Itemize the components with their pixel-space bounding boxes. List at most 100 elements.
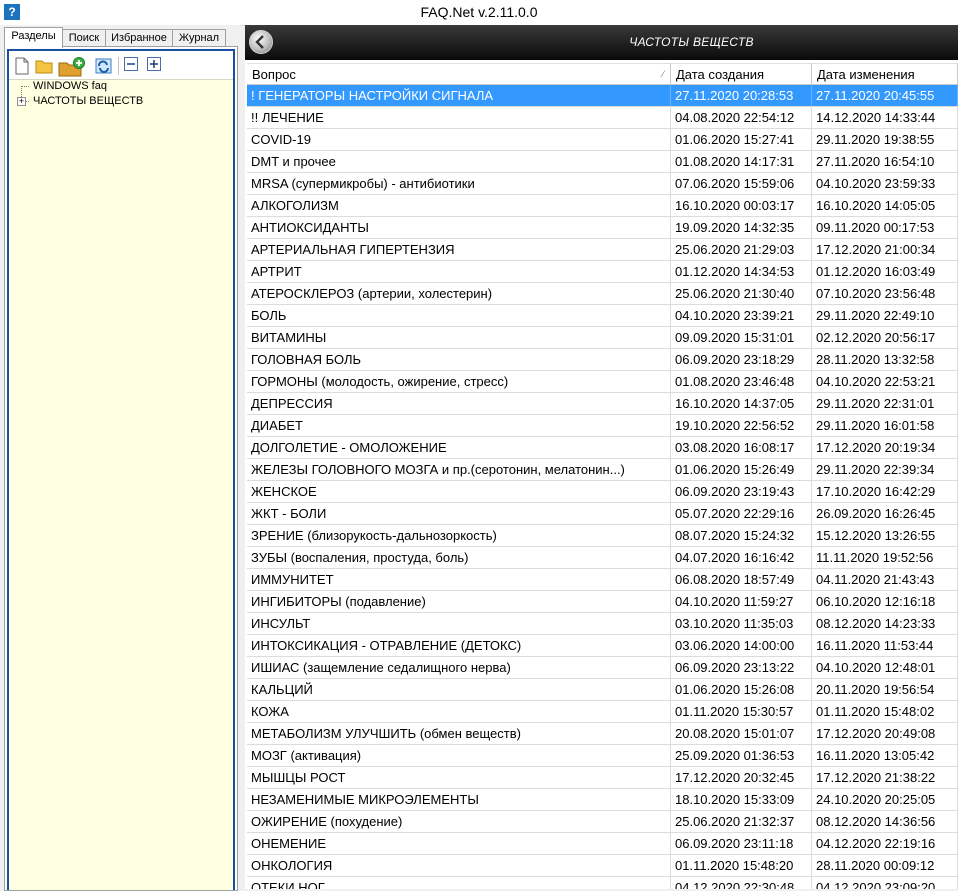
table-row[interactable]: COVID-19 01.06.2020 15:27:41 29.11.2020 19… <box>247 129 958 151</box>
table-row[interactable]: ОНЕМЕНИЕ 06.09.2020 23:11:18 04.12.2020 22… <box>247 833 958 855</box>
cell-modified: 07.10.2020 23:56:48 <box>812 283 958 304</box>
column-header-created[interactable]: Дата создания <box>671 63 812 84</box>
cell-question: ИНГИБИТОРЫ (подавление) <box>247 591 671 612</box>
cell-modified: 04.10.2020 22:53:21 <box>812 371 958 392</box>
cell-question: ВИТАМИНЫ <box>247 327 671 348</box>
column-header-question[interactable]: Вопрос ⁄ <box>247 63 671 84</box>
sections-tree[interactable]: WINDOWS faq + ЧАСТОТЫ ВЕЩЕСТВ <box>9 79 233 890</box>
table-row[interactable]: МЕТАБОЛИЗМ УЛУЧШИТЬ (обмен веществ) 20.08… <box>247 723 958 745</box>
cell-question: ЖЕНСКОЕ <box>247 481 671 502</box>
cell-created: 04.12.2020 22:30:48 <box>671 877 812 889</box>
cell-modified: 04.10.2020 23:59:33 <box>812 173 958 194</box>
table-row[interactable]: ЗУБЫ (воспаления, простуда, боль) 04.07.2… <box>247 547 958 569</box>
cell-created: 27.11.2020 20:28:53 <box>671 85 812 106</box>
table-row[interactable]: ! ГЕНЕРАТОРЫ НАСТРОЙКИ СИГНАЛА 27.11.2020… <box>247 85 958 107</box>
table-row[interactable]: ИНТОКСИКАЦИЯ - ОТРАВЛЕНИЕ (ДЕТОКС) 03.06.… <box>247 635 958 657</box>
cell-question: КАЛЬЦИЙ <box>247 679 671 700</box>
table-row[interactable]: ИНГИБИТОРЫ (подавление) 04.10.2020 11:59:… <box>247 591 958 613</box>
tree-item-windows-faq[interactable]: WINDOWS faq <box>33 78 107 94</box>
table-row[interactable]: !! ЛЕЧЕНИЕ 04.08.2020 22:54:12 14.12.2020 … <box>247 107 958 129</box>
table-row[interactable]: БОЛЬ 04.10.2020 23:39:21 29.11.2020 22:49:… <box>247 305 958 327</box>
cell-question: ИНТОКСИКАЦИЯ - ОТРАВЛЕНИЕ (ДЕТОКС) <box>247 635 671 656</box>
cell-created: 17.12.2020 20:32:45 <box>671 767 812 788</box>
cell-created: 06.08.2020 18:57:49 <box>671 569 812 590</box>
table-row[interactable]: ЖЕЛЕЗЫ ГОЛОВНОГО МОЗГА и пр.(серотонин, … <box>247 459 958 481</box>
table-body: ! ГЕНЕРАТОРЫ НАСТРОЙКИ СИГНАЛА 27.11.2020… <box>247 85 958 889</box>
table-row[interactable]: ГОРМОНЫ (молодость, ожирение, стресс) 01.… <box>247 371 958 393</box>
cell-modified: 16.10.2020 14:05:05 <box>812 195 958 216</box>
table-row[interactable]: АНТИОКСИДАНТЫ 19.09.2020 14:32:35 09.11.20… <box>247 217 958 239</box>
cell-modified: 24.10.2020 20:25:05 <box>812 789 958 810</box>
table-row[interactable]: КАЛЬЦИЙ 01.06.2020 15:26:08 20.11.2020 19:… <box>247 679 958 701</box>
cell-created: 04.10.2020 23:39:21 <box>671 305 812 326</box>
tab-favorites[interactable]: Избранное <box>105 29 173 47</box>
cell-created: 16.10.2020 00:03:17 <box>671 195 812 216</box>
new-document-icon[interactable] <box>14 57 32 75</box>
tree-expander-plus-icon[interactable]: + <box>17 97 26 106</box>
cell-modified: 29.11.2020 16:01:58 <box>812 415 958 436</box>
cell-created: 01.06.2020 15:26:49 <box>671 459 812 480</box>
cell-modified: 16.11.2020 11:53:44 <box>812 635 958 656</box>
cell-created: 01.06.2020 15:27:41 <box>671 129 812 150</box>
cell-question: МЕТАБОЛИЗМ УЛУЧШИТЬ (обмен веществ) <box>247 723 671 744</box>
table-row[interactable]: ЖКТ - БОЛИ 05.07.2020 22:29:16 26.09.2020 … <box>247 503 958 525</box>
cell-modified: 11.11.2020 19:52:56 <box>812 547 958 568</box>
cell-modified: 08.12.2020 14:23:33 <box>812 613 958 634</box>
cell-question: ИНСУЛЬТ <box>247 613 671 634</box>
table-row[interactable]: АРТЕРИАЛЬНАЯ ГИПЕРТЕНЗИЯ 25.06.2020 21:29… <box>247 239 958 261</box>
table-row[interactable]: НЕЗАМЕНИМЫЕ МИКРОЭЛЕМЕНТЫ 18.10.2020 15:3… <box>247 789 958 811</box>
table-row[interactable]: DMT и прочее 01.08.2020 14:17:31 27.11.202… <box>247 151 958 173</box>
table-row[interactable]: АРТРИТ 01.12.2020 14:34:53 01.12.2020 16:0… <box>247 261 958 283</box>
table-row[interactable]: ЗРЕНИЕ (близорукость-дальнозоркость) 08.0… <box>247 525 958 547</box>
collapse-icon[interactable] <box>124 57 142 75</box>
table-row[interactable]: ОЖИРЕНИЕ (похудение) 25.06.2020 21:32:37 0… <box>247 811 958 833</box>
cell-question: ЗУБЫ (воспаления, простуда, боль) <box>247 547 671 568</box>
cell-created: 06.09.2020 23:18:29 <box>671 349 812 370</box>
cell-modified: 06.10.2020 12:16:18 <box>812 591 958 612</box>
cell-question: МОЗГ (активация) <box>247 745 671 766</box>
cell-question: ДОЛГОЛЕТИЕ - ОМОЛОЖЕНИЕ <box>247 437 671 458</box>
table-row[interactable]: МОЗГ (активация) 25.09.2020 01:36:53 16.11… <box>247 745 958 767</box>
cell-modified: 26.09.2020 16:26:45 <box>812 503 958 524</box>
cell-modified: 29.11.2020 22:39:34 <box>812 459 958 480</box>
column-header-modified[interactable]: Дата изменения <box>812 63 958 84</box>
table-row[interactable]: ВИТАМИНЫ 09.09.2020 15:31:01 02.12.2020 20… <box>247 327 958 349</box>
table-row[interactable]: MRSA (супермикробы) - антибиотики 07.06.2… <box>247 173 958 195</box>
cell-question: КОЖА <box>247 701 671 722</box>
tab-journal[interactable]: Журнал <box>172 29 226 47</box>
table-row[interactable]: ОТЕКИ НОГ 04.12.2020 22:30:48 04.12.2020 2… <box>247 877 958 889</box>
cell-question: ОНЕМЕНИЕ <box>247 833 671 854</box>
tab-search[interactable]: Поиск <box>62 29 106 47</box>
sort-icon: ⁄ <box>662 69 664 79</box>
expand-icon[interactable] <box>147 57 165 75</box>
table-row[interactable]: АЛКОГОЛИЗМ 16.10.2020 00:03:17 16.10.2020 … <box>247 195 958 217</box>
table-row[interactable]: КОЖА 01.11.2020 15:30:57 01.11.2020 15:48:… <box>247 701 958 723</box>
table-row[interactable]: ИШИАС (защемление седалищного нерва) 06.0… <box>247 657 958 679</box>
cell-created: 16.10.2020 14:37:05 <box>671 393 812 414</box>
table-row[interactable]: ЖЕНСКОЕ 06.09.2020 23:19:43 17.10.2020 16:… <box>247 481 958 503</box>
table-row[interactable]: ИНСУЛЬТ 03.10.2020 11:35:03 08.12.2020 14:… <box>247 613 958 635</box>
cell-created: 09.09.2020 15:31:01 <box>671 327 812 348</box>
table-row[interactable]: МЫШЦЫ РОСТ 17.12.2020 20:32:45 17.12.2020 … <box>247 767 958 789</box>
table-row[interactable]: ИММУНИТЕТ 06.08.2020 18:57:49 04.11.2020 2… <box>247 569 958 591</box>
cell-modified: 16.11.2020 13:05:42 <box>812 745 958 766</box>
refresh-icon[interactable] <box>94 57 112 75</box>
cell-question: ГОРМОНЫ (молодость, ожирение, стресс) <box>247 371 671 392</box>
table-row[interactable]: ОНКОЛОГИЯ 01.11.2020 15:48:20 28.11.2020 0… <box>247 855 958 877</box>
tree-item-substance-frequencies[interactable]: ЧАСТОТЫ ВЕЩЕСТВ <box>33 93 143 109</box>
open-folder-icon[interactable] <box>35 57 53 75</box>
add-folder-icon[interactable] <box>58 57 86 77</box>
table-row[interactable]: АТЕРОСКЛЕРОЗ (артерии, холестерин) 25.06.… <box>247 283 958 305</box>
table-row[interactable]: ДИАБЕТ 19.10.2020 22:56:52 29.11.2020 16:0… <box>247 415 958 437</box>
cell-modified: 14.12.2020 14:33:44 <box>812 107 958 128</box>
table-row[interactable]: ГОЛОВНАЯ БОЛЬ 06.09.2020 23:18:29 28.11.20… <box>247 349 958 371</box>
tab-sections[interactable]: Разделы <box>4 27 63 48</box>
cell-modified: 17.12.2020 20:49:08 <box>812 723 958 744</box>
cell-created: 06.09.2020 23:19:43 <box>671 481 812 502</box>
cell-modified: 15.12.2020 13:26:55 <box>812 525 958 546</box>
table-row[interactable]: ДОЛГОЛЕТИЕ - ОМОЛОЖЕНИЕ 03.08.2020 16:08:… <box>247 437 958 459</box>
table-header: Вопрос ⁄ Дата создания Дата изменения <box>247 63 958 85</box>
cell-created: 06.09.2020 23:13:22 <box>671 657 812 678</box>
table-row[interactable]: ДЕПРЕССИЯ 16.10.2020 14:37:05 29.11.2020 2… <box>247 393 958 415</box>
window-title: FAQ.Net v.2.11.0.0 <box>420 4 538 20</box>
